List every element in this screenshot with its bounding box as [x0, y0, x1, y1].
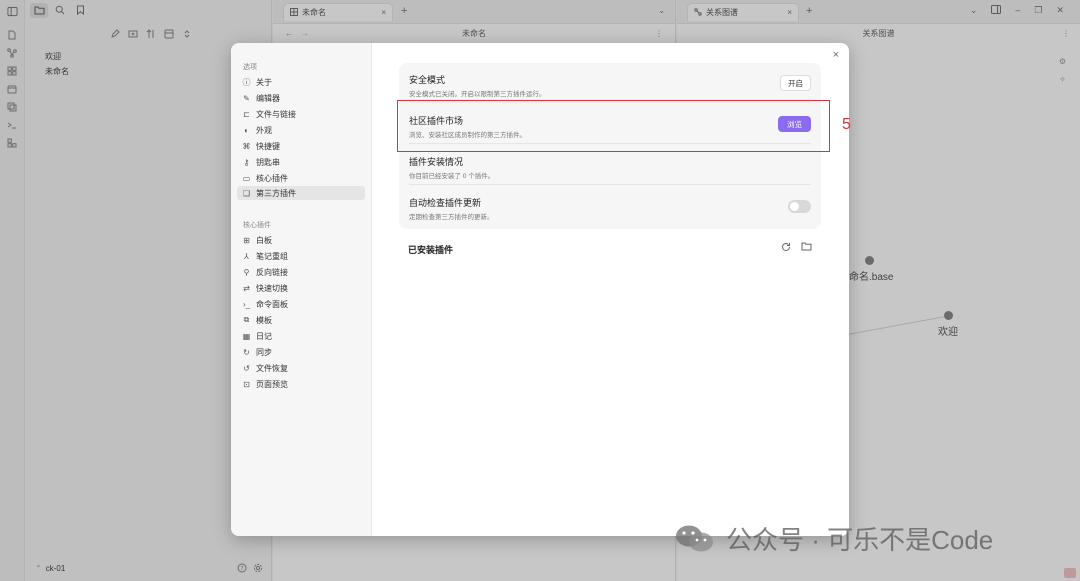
template-icon: ⧉ [243, 315, 250, 324]
setting-description: 安全模式已关闭。开启以限制第三方插件运行。 [409, 91, 546, 98]
setting-safe-mode: 安全模式 安全模式已关闭。开启以限制第三方插件运行。 开启 [409, 63, 811, 103]
auto-update-toggle[interactable] [788, 200, 811, 213]
plug-icon: ▭ [242, 173, 251, 183]
refresh-icon[interactable] [781, 242, 791, 254]
sidebar-item-hotkeys[interactable]: ⌘ 快捷键 [237, 139, 365, 153]
settings-sidebar: 选项 ⓘ 关于 ✎ 编辑器 ⊏ 文件与链接 ◐ 外观 ⌘ 快捷键 ⚷ 钥匙串 ▭ 核心插件 ❏… [231, 43, 372, 536]
sidebar-item-backlinks[interactable]: ⚲ 反向链接 [237, 265, 365, 279]
sidebar-item-canvas[interactable]: ⊞ 白板 [237, 233, 365, 247]
key-icon: ⚷ [243, 157, 250, 167]
wechat-icon [674, 523, 716, 555]
sidebar-item-appearance[interactable]: ◐ 外观 [237, 123, 365, 137]
sidebar-item-core-plugins[interactable]: ▭ 核心插件 [237, 171, 365, 185]
sidebar-heading-core-plugins: 核心插件 [243, 222, 271, 229]
annotation-step-number: 5 [842, 116, 851, 133]
setting-title: 插件安装情况 [409, 157, 464, 167]
preview-icon: ⊡ [243, 379, 250, 389]
sidebar-item-about[interactable]: ⓘ 关于 [237, 75, 365, 89]
open-folder-icon[interactable] [801, 242, 812, 254]
setting-description: 定期检查第三方插件的更新。 [409, 214, 494, 221]
calendar-icon: ▦ [242, 331, 251, 341]
sidebar-item-daily-notes[interactable]: ▦ 日记 [237, 329, 365, 343]
sidebar-item-quick-switcher[interactable]: ⇄ 快速切换 [237, 281, 365, 295]
setting-title: 安全模式 [409, 75, 446, 85]
watermark-text: 公众号 · 可乐不是Code [726, 525, 994, 555]
history-icon: ↺ [243, 363, 250, 373]
sidebar-item-file-recovery[interactable]: ↺ 文件恢复 [237, 361, 365, 375]
divider [409, 184, 811, 185]
watermark: 公众号 · 可乐不是Code [674, 520, 993, 557]
palette-icon: ◐ [244, 125, 249, 135]
sidebar-item-templates[interactable]: ⧉ 模板 [237, 313, 365, 327]
annotation-highlight-box [397, 100, 830, 152]
sidebar-item-files-links[interactable]: ⊏ 文件与链接 [237, 107, 365, 121]
puzzle-icon: ❏ [242, 188, 251, 198]
sidebar-item-keychain[interactable]: ⚷ 钥匙串 [237, 155, 365, 169]
terminal-icon: ›_ [242, 299, 251, 309]
switch-icon: ⇄ [243, 283, 250, 293]
setting-auto-update-check: 自动检查插件更新 定期检查第三方插件的更新。 [409, 186, 811, 226]
installed-plugins-heading: 已安装插件 [408, 245, 454, 255]
info-circle-icon: ⓘ [242, 77, 251, 87]
installed-plugins-actions [781, 242, 812, 254]
command-icon: ⌘ [242, 141, 251, 151]
setting-description: 你目前已经安装了 0 个插件。 [409, 173, 495, 180]
sidebar-item-sync[interactable]: ↻ 同步 [237, 345, 365, 359]
refresh-icon: ↻ [243, 347, 250, 357]
folder-link-icon: ⊏ [243, 109, 250, 119]
sidebar-item-note-composer[interactable]: ⅄ 笔记重组 [237, 249, 365, 263]
canvas-icon: ⊞ [243, 235, 250, 245]
pencil-icon: ✎ [243, 93, 250, 103]
merge-icon: ⅄ [244, 251, 249, 261]
sidebar-item-community-plugins[interactable]: ❏ 第三方插件 [237, 186, 365, 200]
sidebar-item-command-palette[interactable]: ›_ 命令面板 [237, 297, 365, 311]
close-icon[interactable]: × [833, 49, 839, 61]
setting-title: 自动检查插件更新 [409, 198, 482, 208]
sidebar-item-page-preview[interactable]: ⊡ 页面预览 [237, 377, 365, 391]
sidebar-heading-options: 选项 [243, 64, 257, 71]
sidebar-item-editor[interactable]: ✎ 编辑器 [237, 91, 365, 105]
link-icon: ⚲ [243, 267, 250, 277]
turn-on-safe-mode-button[interactable]: 开启 [780, 75, 811, 91]
